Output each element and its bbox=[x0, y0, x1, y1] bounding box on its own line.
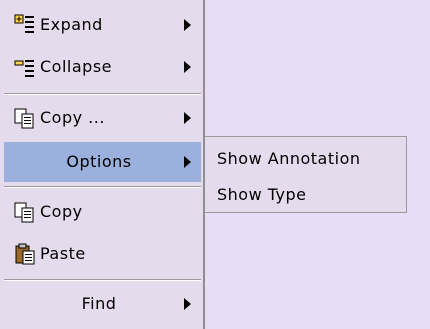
menu-item-find[interactable]: Find bbox=[4, 284, 201, 324]
submenu-arrow-icon bbox=[184, 112, 191, 124]
menu-item-label: Options bbox=[66, 152, 132, 171]
submenu-item-show-type[interactable]: Show Type bbox=[217, 185, 307, 209]
collapse-icon bbox=[14, 60, 34, 77]
menu-item-label: Copy ... bbox=[40, 108, 105, 127]
menu-item-label: Paste bbox=[40, 244, 86, 263]
submenu-arrow-icon bbox=[184, 61, 191, 73]
menu-separator bbox=[4, 186, 201, 188]
options-submenu: Show Annotation Show Type bbox=[205, 136, 407, 213]
menu-item-label: Copy bbox=[40, 202, 83, 221]
menu-item-expand[interactable]: Expand bbox=[4, 5, 201, 45]
menu-separator bbox=[4, 279, 201, 281]
paste-icon bbox=[15, 243, 35, 265]
menu-item-label: Find bbox=[81, 294, 117, 313]
submenu-arrow-icon bbox=[184, 298, 191, 310]
copy-icon bbox=[14, 202, 34, 223]
submenu-arrow-icon bbox=[184, 19, 191, 31]
menu-item-label: Collapse bbox=[40, 57, 112, 76]
menu-item-copy[interactable]: Copy bbox=[4, 192, 201, 232]
menu-item-paste[interactable]: Paste bbox=[4, 234, 201, 274]
expand-icon bbox=[14, 14, 34, 33]
menu-item-collapse[interactable]: Collapse bbox=[4, 47, 201, 87]
submenu-arrow-icon bbox=[184, 156, 191, 168]
submenu-item-show-annotation[interactable]: Show Annotation bbox=[217, 149, 361, 173]
menu-item-copy-special[interactable]: Copy ... bbox=[4, 98, 201, 138]
menu-separator bbox=[4, 93, 201, 95]
context-menu: Expand Collapse Copy ... Options Copy Pa… bbox=[0, 0, 205, 329]
menu-item-options[interactable]: Options bbox=[4, 142, 201, 182]
copy-icon bbox=[14, 108, 34, 129]
menu-item-label: Expand bbox=[40, 15, 103, 34]
